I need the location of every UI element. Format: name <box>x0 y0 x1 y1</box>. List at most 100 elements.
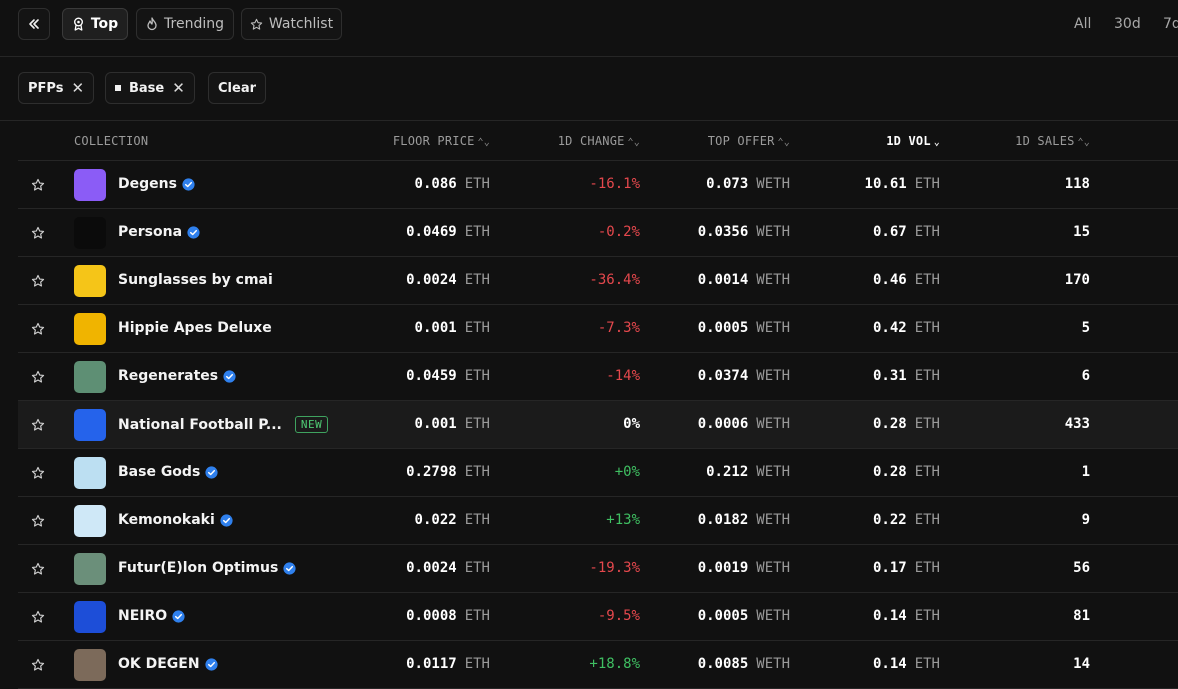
volume-1d: 0.42 ETH <box>872 320 940 336</box>
column-1d-vol[interactable]: 1D VOL ⌄ <box>886 134 940 148</box>
floor-price: 0.086 ETH <box>414 176 490 192</box>
collection-name[interactable]: Hippie Apes Deluxe <box>118 320 272 336</box>
verified-icon <box>172 609 185 623</box>
star-icon[interactable] <box>31 657 45 671</box>
sales-1d: 9 <box>1081 512 1090 528</box>
column-label: FLOOR PRICE <box>392 134 475 148</box>
column-floor-price[interactable]: FLOOR PRICE ⌃⌄ <box>393 134 490 148</box>
volume-1d: 0.14 ETH <box>872 608 940 624</box>
tab-watchlist[interactable]: Watchlist <box>241 8 342 40</box>
filter-chip-label: Base <box>129 80 165 96</box>
table-row[interactable]: Futur(E)lon Optimus 0.0024 ETH -19.3% 0.0019… <box>18 545 1178 593</box>
table-row[interactable]: Sunglasses by cmai 0.0024 ETH -36.4% 0.0014 W… <box>18 257 1178 305</box>
star-icon[interactable] <box>31 513 45 527</box>
table-row[interactable]: National Football P... NEW 0.001 ETH 0% 0.000… <box>18 401 1178 449</box>
table-row[interactable]: Regenerates 0.0459 ETH -14% 0.0374 WETH 0.31 ET… <box>18 353 1178 401</box>
top-offer: 0.0005 WETH <box>697 608 790 624</box>
column-label: 1D SALES <box>1015 134 1075 148</box>
change-1d: -36.4% <box>589 272 640 288</box>
top-offer: 0.212 WETH <box>706 464 790 480</box>
star-icon[interactable] <box>31 417 45 431</box>
avatar <box>74 601 106 633</box>
volume-1d: 0.22 ETH <box>872 512 940 528</box>
sales-1d: 15 <box>1073 224 1090 240</box>
verified-icon <box>283 561 296 575</box>
collection-name[interactable]: Futur(E)lon Optimus <box>118 560 296 576</box>
chevron-down-icon: ⌄ <box>933 137 940 148</box>
collection-name[interactable]: OK DEGEN <box>118 656 218 672</box>
collection-name[interactable]: Degens <box>118 176 195 192</box>
avatar <box>74 409 106 441</box>
table-row[interactable]: OK DEGEN 0.0117 ETH +18.8% 0.0085 WETH 0.14 ETH… <box>18 641 1178 689</box>
range-7d[interactable]: 7d <box>1163 16 1178 32</box>
verified-icon <box>220 513 233 527</box>
collection-name-text: OK DEGEN <box>118 656 200 672</box>
star-icon <box>250 18 263 30</box>
square-icon <box>115 85 121 91</box>
star-icon[interactable] <box>31 177 45 191</box>
range-30d[interactable]: 30d <box>1114 16 1141 32</box>
avatar <box>74 313 106 345</box>
volume-1d: 0.14 ETH <box>872 656 940 672</box>
collection-name[interactable]: NEIRO <box>118 608 185 624</box>
star-icon[interactable] <box>31 561 45 575</box>
table-row[interactable]: NEIRO 0.0008 ETH -9.5% 0.0005 WETH 0.14 ETH 81 <box>18 593 1178 641</box>
change-1d: +18.8% <box>589 656 640 672</box>
volume-1d: 0.46 ETH <box>872 272 940 288</box>
change-1d: -9.5% <box>597 608 640 624</box>
column-1d-sales[interactable]: 1D SALES ⌃⌄ <box>1015 134 1090 148</box>
avatar <box>74 361 106 393</box>
close-icon[interactable]: ✕ <box>172 79 185 97</box>
filter-chip-label: PFPs <box>28 80 64 96</box>
table-row[interactable]: Kemonokaki 0.022 ETH +13% 0.0182 WETH 0.22 ETH 9 <box>18 497 1178 545</box>
collection-name-text: Base Gods <box>118 464 201 480</box>
star-icon[interactable] <box>31 465 45 479</box>
volume-1d: 10.61 ETH <box>864 176 940 192</box>
column-1d-change[interactable]: 1D CHANGE ⌃⌄ <box>558 134 640 148</box>
collection-name-text: Persona <box>118 224 183 240</box>
table-row[interactable]: Hippie Apes Deluxe 0.001 ETH -7.3% 0.0005 WET… <box>18 305 1178 353</box>
volume-1d: 0.28 ETH <box>872 416 940 432</box>
tab-trending[interactable]: Trending <box>136 8 234 40</box>
collection-name-text: Futur(E)lon Optimus <box>118 560 279 576</box>
tab-top[interactable]: Top <box>62 8 128 40</box>
sales-1d: 433 <box>1064 416 1090 432</box>
chevrons-left-icon <box>29 19 39 29</box>
collection-name[interactable]: National Football P... NEW <box>118 416 329 433</box>
volume-1d: 0.31 ETH <box>872 368 940 384</box>
collection-name[interactable]: Regenerates <box>118 368 236 384</box>
top-offer: 0.0006 WETH <box>697 416 790 432</box>
volume-1d: 0.67 ETH <box>872 224 940 240</box>
floor-price: 0.0469 ETH <box>406 224 490 240</box>
avatar <box>74 505 106 537</box>
collection-name-text: Hippie Apes Deluxe <box>118 320 272 336</box>
star-icon[interactable] <box>31 321 45 335</box>
star-icon[interactable] <box>31 369 45 383</box>
table-row[interactable]: Persona 0.0469 ETH -0.2% 0.0356 WETH 0.67 ETH 15 <box>18 209 1178 257</box>
star-icon[interactable] <box>31 609 45 623</box>
clear-filters-button[interactable]: Clear <box>208 72 266 104</box>
verified-icon <box>205 657 218 671</box>
sort-icon: ⌃⌄ <box>777 137 790 148</box>
avatar <box>74 217 106 249</box>
table-row[interactable]: Base Gods 0.2798 ETH +0% 0.212 WETH 0.28 ETH 1 <box>18 449 1178 497</box>
collapse-sidebar-button[interactable] <box>18 8 50 40</box>
collection-name[interactable]: Sunglasses by cmai <box>118 272 273 288</box>
avatar <box>74 169 106 201</box>
star-icon[interactable] <box>31 273 45 287</box>
column-top-offer[interactable]: TOP OFFER ⌃⌄ <box>708 134 790 148</box>
range-all[interactable]: All <box>1074 16 1091 32</box>
close-icon[interactable]: ✕ <box>71 79 84 97</box>
table-row[interactable]: Degens 0.086 ETH -16.1% 0.073 WETH 10.61 ETH 118 <box>18 161 1178 209</box>
avatar <box>74 553 106 585</box>
sort-icon: ⌃⌄ <box>477 137 490 148</box>
collection-name[interactable]: Base Gods <box>118 464 218 480</box>
tab-trending-label: Trending <box>164 16 224 32</box>
collection-name[interactable]: Kemonokaki <box>118 512 233 528</box>
collection-name[interactable]: Persona <box>118 224 200 240</box>
filter-chip-base[interactable]: Base ✕ <box>105 72 195 104</box>
filter-chip-pfps[interactable]: PFPs ✕ <box>18 72 95 104</box>
avatar <box>74 457 106 489</box>
floor-price: 0.0459 ETH <box>406 368 490 384</box>
star-icon[interactable] <box>31 225 45 239</box>
